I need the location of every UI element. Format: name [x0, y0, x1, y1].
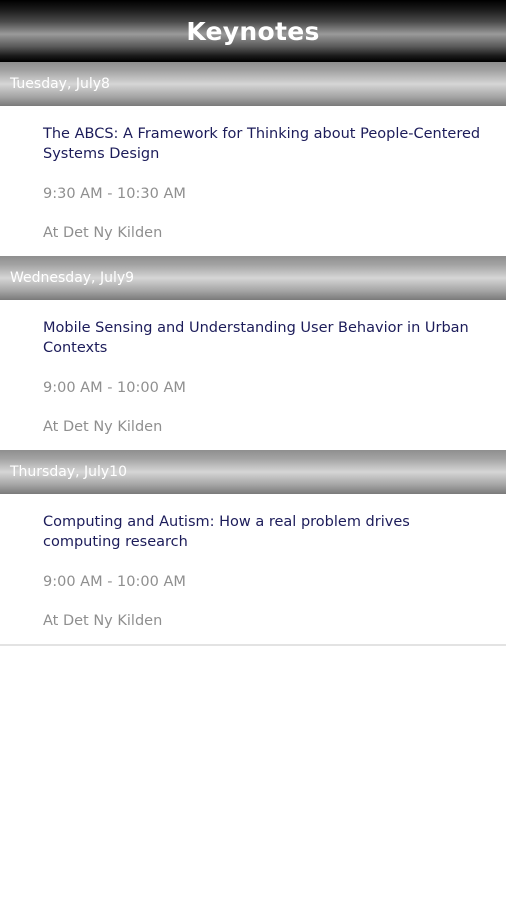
keynote-time: 9:00 AM - 10:00 AM	[43, 380, 186, 396]
keynote-title: The ABCS: A Framework for Thinking about…	[43, 126, 481, 162]
keynote-time: 9:30 AM - 10:30 AM	[43, 186, 186, 202]
keynote-item[interactable]: The ABCS: A Framework for Thinking about…	[0, 106, 506, 256]
page-title: Keynotes	[186, 16, 320, 46]
day-header-wednesday: Wednesday, July9	[0, 256, 506, 300]
keynote-location: At Det Ny Kilden	[43, 225, 163, 241]
keynote-title: Mobile Sensing and Understanding User Be…	[43, 320, 469, 356]
list-divider	[0, 644, 506, 646]
keynote-time: 9:00 AM - 10:00 AM	[43, 574, 186, 590]
keynote-title: Computing and Autism: How a real problem…	[43, 514, 410, 550]
keynote-item[interactable]: Mobile Sensing and Understanding User Be…	[0, 300, 506, 450]
day-header-thursday: Thursday, July10	[0, 450, 506, 494]
keynote-location: At Det Ny Kilden	[43, 419, 163, 435]
keynote-list: Tuesday, July8 The ABCS: A Framework for…	[0, 62, 506, 646]
keynote-item[interactable]: Computing and Autism: How a real problem…	[0, 494, 506, 644]
keynote-location: At Det Ny Kilden	[43, 613, 163, 629]
title-bar: Keynotes	[0, 0, 506, 62]
day-header-tuesday: Tuesday, July8	[0, 62, 506, 106]
